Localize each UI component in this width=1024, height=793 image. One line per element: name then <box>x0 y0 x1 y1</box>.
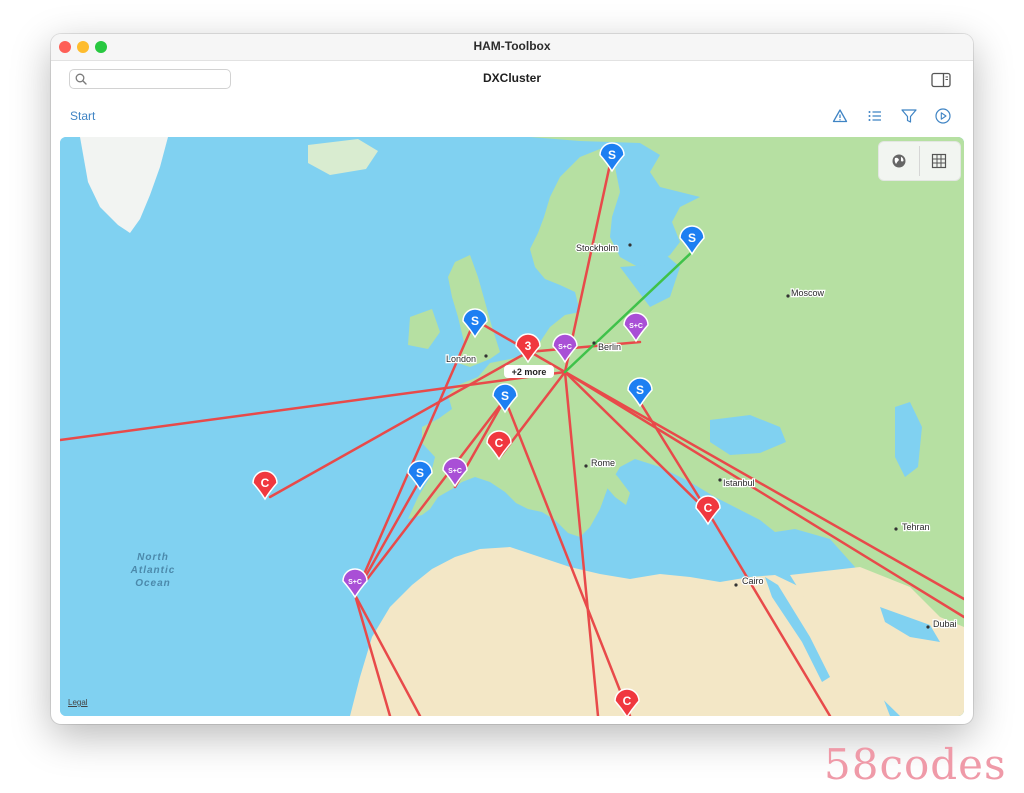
pin-label: S+C <box>448 468 462 475</box>
sidebar-icon[interactable] <box>931 72 951 88</box>
cluster-label: +2 more <box>512 367 547 377</box>
city-label: Tehran <box>902 522 930 532</box>
pin-label: C <box>261 476 270 490</box>
pin-label: S+C <box>558 344 572 351</box>
city-label: Rome <box>591 458 615 468</box>
ocean-label: North Atlantic Ocean <box>130 552 176 589</box>
city-label: Stockholm <box>576 243 618 253</box>
map-canvas[interactable]: Stockholm Moscow London Berlin Rome Ista… <box>60 137 964 716</box>
ocean-label-line: North <box>137 552 169 563</box>
pin-label: S+C <box>629 323 643 330</box>
pin-label: S <box>608 148 616 162</box>
window-title: HAM-Toolbox <box>473 39 551 53</box>
city-label: Cairo <box>742 576 764 586</box>
pin-label: S <box>636 383 644 397</box>
page-title: DXCluster <box>482 71 541 85</box>
title-bar: HAM-Toolbox <box>51 34 973 61</box>
pin-label: C <box>623 694 632 708</box>
ocean-label-line: Ocean <box>135 578 171 589</box>
city-label: Moscow <box>791 288 825 298</box>
legal-link[interactable]: Legal <box>68 698 88 707</box>
pin-label: C <box>495 436 504 450</box>
map-controls <box>878 141 961 181</box>
pin-label: S <box>416 466 424 480</box>
pin-label: 3 <box>525 339 532 353</box>
filter-icon[interactable] <box>900 107 918 125</box>
app-window: HAM-Toolbox DXCluster Start Stockholm Mo… <box>51 34 973 724</box>
control-divider <box>919 146 920 176</box>
city-label: Dubai <box>933 619 957 629</box>
pin-label: S+C <box>348 579 362 586</box>
city-label: Istanbul <box>723 478 755 488</box>
pin-label: S <box>471 314 479 328</box>
pin-label: S <box>688 231 696 245</box>
globe-icon[interactable] <box>891 153 907 169</box>
pin-label: S <box>501 389 509 403</box>
play-icon[interactable] <box>934 107 952 125</box>
city-label: Berlin <box>598 342 621 352</box>
grid-icon[interactable] <box>931 153 947 169</box>
city-label: London <box>446 354 476 364</box>
map-view[interactable]: Stockholm Moscow London Berlin Rome Ista… <box>60 137 964 716</box>
breadcrumb-start[interactable]: Start <box>70 109 95 123</box>
pin-label: C <box>704 501 713 515</box>
warning-icon[interactable] <box>831 107 849 125</box>
watermark: 58codes <box>824 740 1007 789</box>
list-icon[interactable] <box>866 107 884 125</box>
ocean-label-line: Atlantic <box>130 565 176 576</box>
